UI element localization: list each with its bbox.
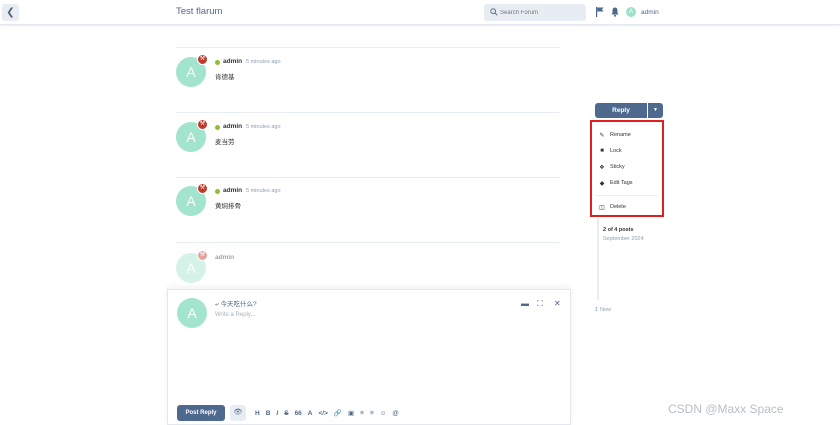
reply-textarea[interactable]: Write a Reply... [215, 312, 255, 318]
ordered-list-icon[interactable]: ≡ [370, 410, 374, 417]
caret-down-icon[interactable]: ▼ [648, 103, 663, 118]
fullscreen-icon[interactable]: ⛶ [537, 299, 543, 309]
post-content: 麦当劳 [215, 139, 235, 146]
online-indicator [215, 125, 220, 130]
scrubber-date: September 2024 [603, 236, 644, 242]
user-avatar[interactable]: A [626, 7, 636, 17]
close-icon[interactable]: ✕ [554, 299, 561, 308]
heading-tool[interactable]: H [255, 410, 260, 417]
scrubber-now-link[interactable]: ↧ Now [594, 307, 611, 313]
pencil-icon: ✎ [599, 132, 605, 139]
code-tool[interactable]: </> [319, 410, 328, 417]
search-icon [490, 8, 498, 16]
post-item: A ⚒ admin 5 minutes ago 黄焖排骨 [176, 183, 566, 236]
controls-dropdown-menu: ✎ Rename ■ Lock ❖ Sticky ◆ Edit Tags ◫ Delete [590, 120, 664, 217]
forum-title[interactable]: Test flarum [176, 6, 222, 17]
reply-to-discussion: 今天吃什么? [220, 301, 257, 308]
post-time[interactable]: 5 minutes ago [246, 188, 281, 194]
online-indicator [215, 60, 220, 65]
menu-item-lock[interactable]: ■ Lock [598, 145, 621, 157]
menu-item-delete[interactable]: ◫ Delete [598, 201, 626, 213]
scrubber-track[interactable] [597, 218, 599, 300]
search-input[interactable] [500, 6, 582, 19]
image-icon[interactable]: ▣ [348, 409, 354, 417]
lock-icon: ■ [600, 148, 604, 154]
back-button[interactable]: ❮ [2, 4, 19, 21]
menu-item-rename[interactable]: ✎ Rename [598, 129, 630, 141]
scrubber-count: 2 of 4 posts [603, 227, 634, 233]
post-item: A ⚒ admin 5 minutes ago 麦当劳 [176, 119, 566, 172]
menu-item-edit-tags[interactable]: ◆ Edit Tags [598, 177, 633, 189]
post-time[interactable]: 5 minutes ago [246, 59, 281, 65]
link-icon[interactable]: 🔗 [334, 409, 342, 417]
bullet-list-icon[interactable]: ≡ [360, 410, 364, 417]
header-bar: ❮ Test flarum A admin [0, 0, 840, 25]
reply-icon: ⤶ [215, 301, 219, 308]
menu-separator [596, 195, 658, 196]
bold-tool[interactable]: B [266, 410, 271, 417]
composer-toolbar: Post Reply 👁 H B I S 66 A </> 🔗 ▣ ≡ ≡ ☺ … [177, 405, 399, 421]
post-author[interactable]: admin [223, 123, 242, 130]
reply-to-title[interactable]: ⤶ 今天吃什么? [215, 298, 257, 309]
tag-icon: ◆ [599, 180, 605, 187]
watermark: CSDN @Maxx Space [668, 402, 784, 416]
trash-icon: ◫ [599, 204, 605, 211]
post-content: 黄焖排骨 [215, 203, 241, 210]
chevron-left-icon: ❮ [6, 7, 15, 18]
post-content: 肯德基 [215, 74, 235, 81]
spoiler-tool[interactable]: A [308, 410, 313, 417]
post-time[interactable]: 5 minutes ago [246, 124, 281, 130]
wrench-icon: ⚒ [197, 54, 208, 65]
arrow-down-icon: ↧ [594, 307, 599, 313]
post-author[interactable]: admin [223, 58, 242, 65]
flag-icon[interactable] [596, 7, 604, 17]
post-divider [176, 47, 560, 48]
preview-eye-icon[interactable]: 👁 [230, 405, 246, 421]
search-box[interactable] [484, 4, 586, 21]
post-author[interactable]: admin [223, 187, 242, 194]
pin-icon: ❖ [599, 164, 605, 171]
post-author: admin [215, 254, 235, 261]
italic-tool[interactable]: I [276, 410, 278, 417]
wrench-icon: ⚒ [197, 250, 208, 261]
strikethrough-tool[interactable]: S [284, 410, 288, 417]
menu-item-sticky[interactable]: ❖ Sticky [598, 161, 624, 173]
post-reply-button[interactable]: Post Reply [177, 405, 225, 421]
post-divider [176, 177, 560, 178]
bell-icon[interactable] [611, 7, 619, 17]
post-divider [176, 112, 560, 113]
online-indicator [215, 189, 220, 194]
composer-avatar: A [177, 298, 207, 328]
post-item: A ⚒ admin 5 minutes ago 肯德基 [176, 54, 566, 107]
quote-tool[interactable]: 66 [295, 410, 302, 417]
user-name[interactable]: admin [641, 9, 659, 16]
mention-tool[interactable]: @ [392, 410, 398, 417]
wrench-icon: ⚒ [197, 119, 208, 130]
emoji-icon[interactable]: ☺ [380, 410, 387, 417]
reply-button[interactable]: Reply [595, 103, 647, 118]
wrench-icon: ⚒ [197, 183, 208, 194]
minimize-icon[interactable]: ▬ [521, 299, 529, 308]
reply-control-group: Reply ▼ [595, 103, 663, 118]
post-divider [176, 242, 560, 243]
reply-composer: A ⤶ 今天吃什么? Write a Reply... ▬ ⛶ ✕ Post R… [167, 289, 571, 425]
